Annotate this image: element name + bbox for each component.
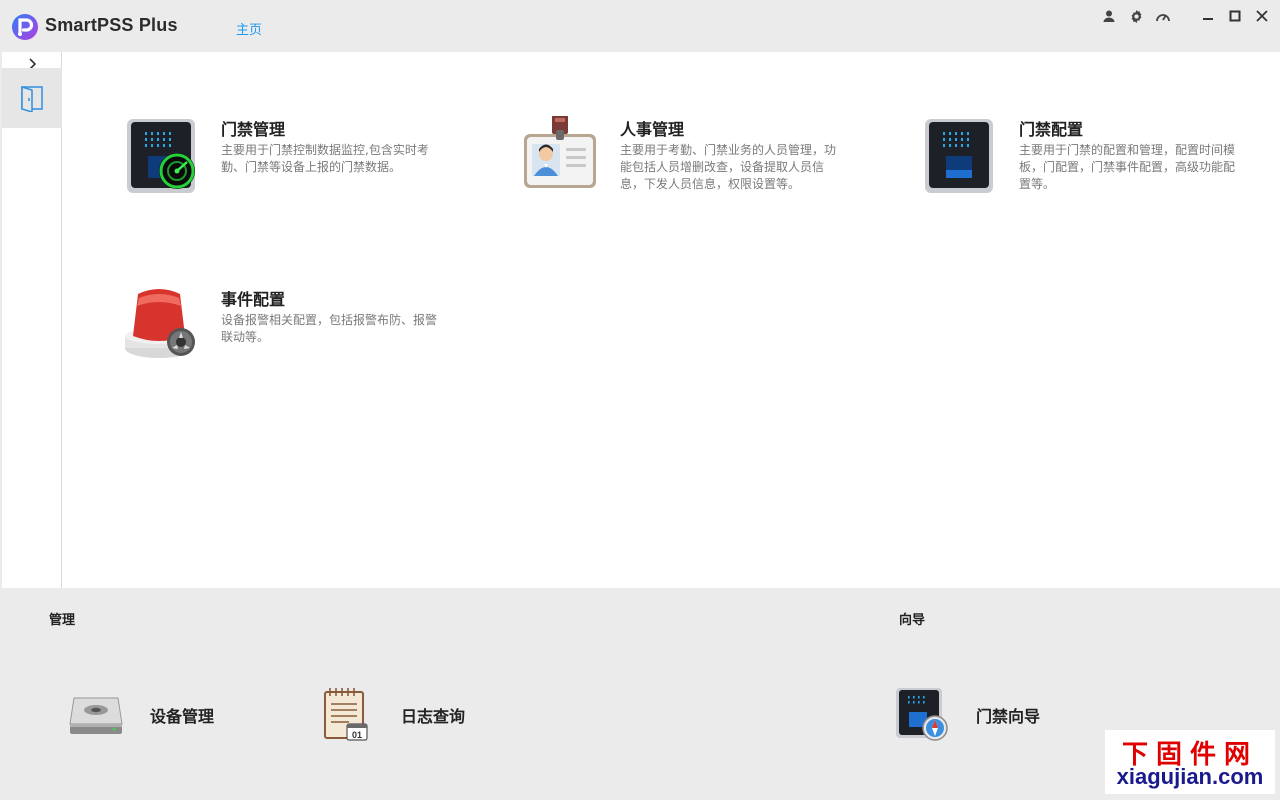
tool-label: 设备管理 bbox=[150, 707, 215, 726]
device-drive-icon bbox=[69, 697, 123, 734]
tool-log-query[interactable]: 01 日志查询 bbox=[317, 684, 507, 744]
tool-label: 门禁向导 bbox=[976, 707, 1041, 726]
user-icon[interactable] bbox=[1099, 6, 1119, 26]
sidebar-item-access-control[interactable] bbox=[2, 68, 62, 128]
watermark: 下固件网 xiagujian.com bbox=[1105, 730, 1275, 794]
watermark-domain: xiagujian.com bbox=[1116, 764, 1264, 789]
section-label-management: 管理 bbox=[49, 613, 76, 628]
app-title: SmartPSS Plus bbox=[45, 15, 178, 35]
id-badge-icon bbox=[524, 116, 596, 188]
module-description: 主要用于门禁控制数据监控,包含实时考勤、门禁等设备上报的门禁数据。 bbox=[221, 143, 429, 174]
gauge-icon[interactable] bbox=[1153, 6, 1173, 26]
module-title: 门禁配置 bbox=[1019, 120, 1084, 139]
close-icon[interactable] bbox=[1252, 6, 1272, 26]
minimize-icon[interactable] bbox=[1198, 6, 1218, 26]
module-personnel-management[interactable]: 人事管理 主要用于考勤、门禁业务的人员管理，功能包括人员增删改查，设备提取人员信… bbox=[520, 116, 850, 206]
module-access-management[interactable]: 门禁管理 主要用于门禁控制数据监控,包含实时考勤、门禁等设备上报的门禁数据。 bbox=[121, 116, 451, 206]
access-terminal-icon bbox=[925, 119, 993, 193]
tool-access-wizard[interactable]: 门禁向导 bbox=[892, 684, 1082, 744]
door-icon bbox=[21, 85, 43, 112]
title-bar: SmartPSS Plus 主页 bbox=[0, 0, 1280, 52]
module-title: 门禁管理 bbox=[221, 120, 286, 139]
module-title: 人事管理 bbox=[620, 120, 685, 139]
module-description: 主要用于考勤、门禁业务的人员管理，功能包括人员增删改查，设备提取人员信息，下发人… bbox=[620, 143, 837, 191]
app-logo-icon bbox=[12, 14, 38, 40]
section-label-wizard: 向导 bbox=[899, 613, 926, 628]
svg-text:01: 01 bbox=[352, 730, 362, 740]
access-control-radar-icon bbox=[127, 119, 195, 193]
module-description: 主要用于门禁的配置和管理，配置时间模板，门配置，门禁事件配置，高级功能配置等。 bbox=[1019, 143, 1236, 191]
module-access-configuration[interactable]: 门禁配置 主要用于门禁的配置和管理，配置时间模板，门配置，门禁事件配置，高级功能… bbox=[919, 116, 1249, 206]
module-event-configuration[interactable]: 事件配置 设备报警相关配置，包括报警布防、报警联动等。 bbox=[121, 286, 451, 376]
alarm-siren-icon bbox=[125, 289, 195, 358]
module-description: 设备报警相关配置，包括报警布防、报警联动等。 bbox=[221, 313, 438, 344]
gear-icon[interactable] bbox=[1126, 6, 1146, 26]
access-wizard-icon bbox=[896, 688, 948, 741]
tool-label: 日志查询 bbox=[401, 707, 466, 726]
tab-home[interactable]: 主页 bbox=[236, 19, 262, 38]
maximize-icon[interactable] bbox=[1225, 6, 1245, 26]
sidebar bbox=[0, 52, 62, 588]
tool-device-management[interactable]: 设备管理 bbox=[66, 684, 256, 744]
module-title: 事件配置 bbox=[221, 290, 286, 309]
log-notebook-icon: 01 bbox=[324, 688, 368, 741]
window-controls bbox=[1092, 6, 1272, 26]
bottom-panel: 管理 向导 设备管理 01 日志查询 门禁向导 bbox=[0, 588, 1280, 800]
